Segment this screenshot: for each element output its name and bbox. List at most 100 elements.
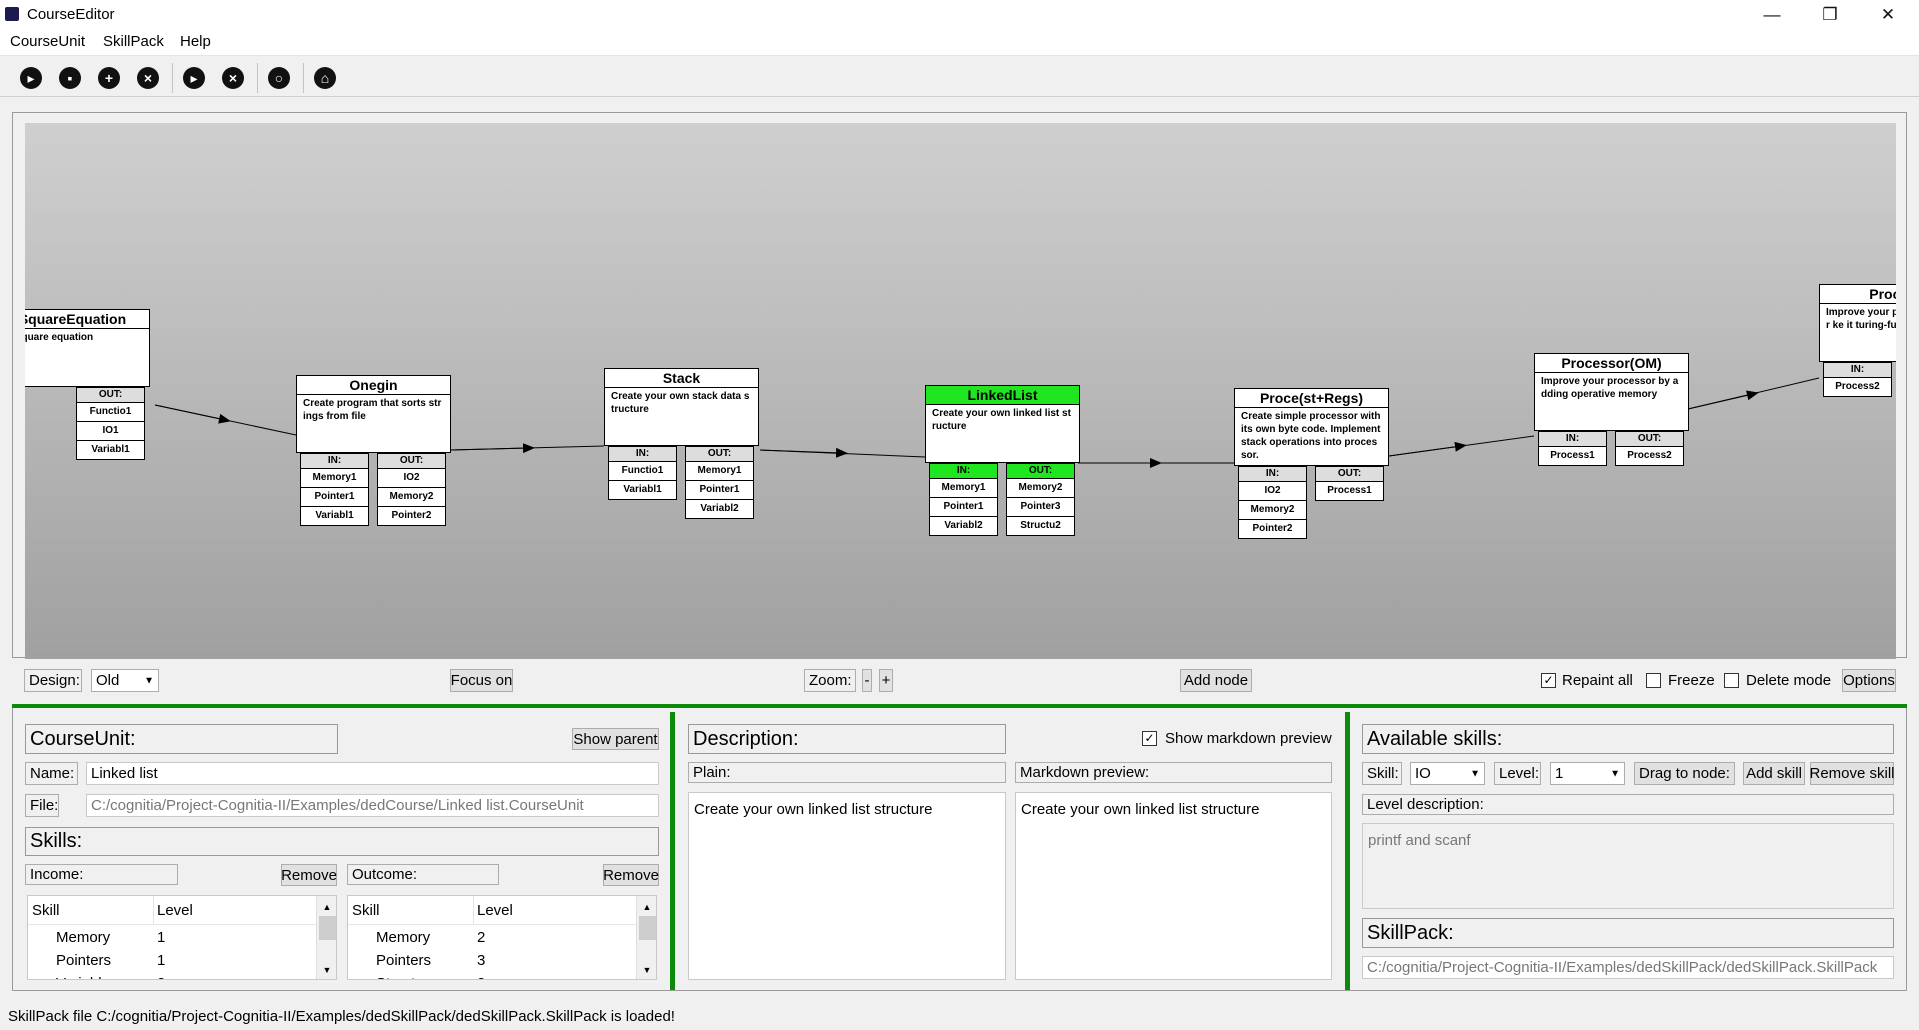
graph-node-onegin[interactable]: Onegin Create program that sorts strings … [296, 375, 451, 526]
graph-node-squareequation[interactable]: SquareEquationve square equationOUT:Func… [25, 309, 150, 460]
delete-mode-label: Delete mode [1746, 672, 1832, 689]
node-out-skill[interactable]: IO2 [377, 469, 446, 488]
window-title: CourseEditor [27, 6, 115, 23]
menu-skillpack[interactable]: SkillPack [103, 33, 164, 50]
options-button[interactable]: Options [1842, 669, 1896, 692]
node-out-skill[interactable]: Process1 [1315, 482, 1384, 501]
node-in-skill[interactable]: Pointer2 [1238, 520, 1307, 539]
scroll-thumb[interactable] [639, 916, 656, 940]
node-in-skill[interactable]: Variabl1 [300, 507, 369, 526]
search-icon[interactable]: ○ [268, 67, 290, 89]
freeze-checkbox[interactable] [1646, 673, 1661, 688]
focus-on-button[interactable]: Focus on [450, 669, 513, 692]
node-in-skill[interactable]: Memory1 [929, 479, 998, 498]
add-skill-button[interactable]: Add skill [1743, 762, 1805, 785]
delete-mode-checkbox[interactable] [1724, 673, 1739, 688]
node-out-skill[interactable]: Pointer1 [685, 481, 754, 500]
new-node-icon[interactable]: + [98, 67, 120, 89]
node-out-skill[interactable]: IO1 [76, 422, 145, 441]
node-in-skill[interactable]: Pointer1 [929, 498, 998, 517]
zoom-in-button[interactable]: + [879, 669, 893, 692]
add-node-button[interactable]: Add node [1180, 669, 1252, 692]
node-out-skill[interactable]: Variabl2 [685, 500, 754, 519]
node-in-skill[interactable]: Process1 [1538, 447, 1607, 466]
graph-node-process[interactable]: ProcessImprove your p functions and r ke… [1819, 284, 1896, 397]
income-table[interactable]: Skill Level Memory 1 Pointers 1 Variabl 2 ▲ ▼ [27, 895, 337, 980]
design-select[interactable]: Old ▼ [91, 669, 159, 692]
menu-courseunit[interactable]: CourseUnit [10, 33, 85, 50]
node-in-skill[interactable]: Variabl2 [929, 517, 998, 536]
skill-label: Skill: [1362, 762, 1402, 785]
close-course-icon[interactable]: × [137, 67, 159, 89]
node-out-skill[interactable]: Pointer2 [377, 507, 446, 526]
outcome-table[interactable]: Skill Level Memory 2 Pointers 3 Struct 2 ▲ ▼ [347, 895, 657, 980]
node-out-column: OUT: Functio1 IO1 Variabl1 [76, 387, 145, 460]
graph-node-processor-om-[interactable]: Processor(OM) Improve your processor by a… [1534, 353, 1689, 466]
scroll-up-icon[interactable]: ▲ [637, 898, 656, 916]
remove-skill-button[interactable]: Remove skill [1809, 762, 1895, 785]
scroll-down-icon[interactable]: ▼ [317, 961, 336, 979]
home-icon[interactable]: ⌂ [314, 67, 336, 89]
drag-to-node-button[interactable]: Drag to node: [1634, 762, 1735, 785]
node-title: LinkedList [925, 385, 1080, 405]
node-out-skill[interactable]: Structu2 [1006, 517, 1075, 536]
table-row[interactable]: Pointers 1 [28, 949, 316, 972]
zoom-out-button[interactable]: - [862, 669, 872, 692]
node-in-skill[interactable]: Memory2 [1238, 501, 1307, 520]
save-icon[interactable]: ▪ [59, 67, 81, 89]
course-graph-canvas[interactable]: SquareEquationve square equationOUT:Func… [25, 123, 1896, 659]
show-parent-button[interactable]: Show parent [572, 728, 659, 750]
node-in-skill[interactable]: Memory1 [300, 469, 369, 488]
table-row[interactable]: Memory 2 [348, 926, 636, 949]
scroll-down-icon[interactable]: ▼ [637, 961, 656, 979]
minimize-button[interactable]: — [1743, 0, 1801, 29]
skills-header: Skills: [25, 827, 659, 856]
table-row[interactable]: Pointers 3 [348, 949, 636, 972]
outcome-scrollbar[interactable]: ▲ ▼ [636, 896, 656, 979]
maximize-button[interactable]: ❐ [1801, 0, 1859, 29]
panel-separator [670, 712, 675, 991]
show-markdown-checkbox[interactable]: ✓ [1142, 731, 1157, 746]
node-out-skill[interactable]: Memory2 [377, 488, 446, 507]
menu-help[interactable]: Help [180, 33, 211, 50]
repaint-all-checkbox[interactable]: ✓ [1541, 673, 1556, 688]
skill-cell: Pointers [376, 952, 432, 969]
node-out-skill[interactable]: Memory1 [685, 462, 754, 481]
scroll-thumb[interactable] [319, 916, 336, 940]
node-in-skill[interactable]: Process2 [1823, 378, 1892, 397]
skill-cell: Struct [376, 975, 415, 979]
description-plain-textarea[interactable]: Create your own linked list structure [688, 792, 1006, 980]
table-row[interactable]: Variabl 2 [28, 972, 316, 979]
table-row[interactable]: Struct 2 [348, 972, 636, 979]
graph-node-linkedlist[interactable]: LinkedList Create your own linked list st… [925, 385, 1080, 536]
node-out-skill[interactable]: Variabl1 [76, 441, 145, 460]
close-skillpack-icon[interactable]: × [222, 67, 244, 89]
node-out-skill[interactable]: Pointer3 [1006, 498, 1075, 517]
close-window-button[interactable]: ✕ [1859, 0, 1917, 29]
node-in-header: IN: [1238, 466, 1307, 482]
node-description: Improve your processor by adding operati… [1534, 373, 1689, 431]
income-scrollbar[interactable]: ▲ ▼ [316, 896, 336, 979]
node-in-skill[interactable]: Pointer1 [300, 488, 369, 507]
graph-node-stack[interactable]: Stack Create your own stack data structur… [604, 368, 759, 519]
description-header: Description: [688, 724, 1006, 754]
remove-outcome-button[interactable]: Remove [603, 864, 659, 886]
table-row[interactable]: Memory 1 [28, 926, 316, 949]
node-in-skill[interactable]: IO2 [1238, 482, 1307, 501]
node-in-skill[interactable]: Functio1 [608, 462, 677, 481]
scroll-up-icon[interactable]: ▲ [317, 898, 336, 916]
column-level: Level [157, 902, 193, 919]
open-course-icon[interactable]: ▸ [20, 67, 42, 89]
remove-income-button[interactable]: Remove [281, 864, 337, 886]
node-out-skill[interactable]: Functio1 [76, 403, 145, 422]
open-skillpack-icon[interactable]: ▸ [183, 67, 205, 89]
node-out-skill[interactable]: Process2 [1615, 447, 1684, 466]
node-description: Improve your p functions and r ke it tur… [1819, 304, 1896, 362]
node-out-column: OUT: Memory2 Pointer3 Structu2 [1006, 463, 1075, 536]
level-select[interactable]: 1 ▼ [1550, 762, 1625, 785]
node-in-skill[interactable]: Variabl1 [608, 481, 677, 500]
graph-node-proce-st-regs-[interactable]: Proce(st+Regs) Create simple processor wi… [1234, 388, 1389, 539]
node-out-skill[interactable]: Memory2 [1006, 479, 1075, 498]
skill-select[interactable]: IO ▼ [1410, 762, 1485, 785]
name-input[interactable]: Linked list [86, 762, 659, 785]
